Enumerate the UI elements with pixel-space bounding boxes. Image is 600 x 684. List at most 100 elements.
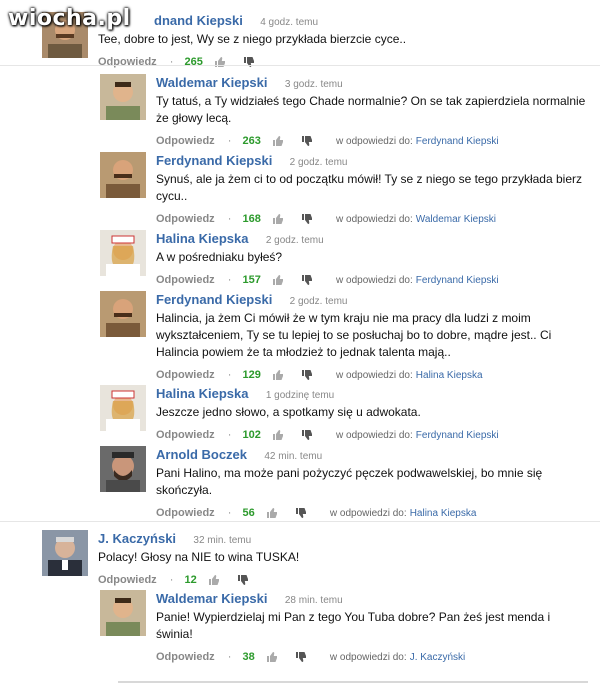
comment-item: Waldemar Kiepski 3 godz. temu Ty tatuś, …	[100, 74, 590, 147]
reply-box-edge	[118, 681, 588, 683]
timestamp: 2 godz. temu	[289, 296, 348, 307]
comment-actions: Odpowiedz · 265	[98, 52, 592, 72]
thumb-down-icon[interactable]	[237, 574, 249, 586]
timestamp: 1 godzinę temu	[265, 390, 335, 401]
comment-item: Ferdynand Kiepski 2 godz. temu Synuś, al…	[100, 152, 590, 225]
separator-dot: ·	[227, 369, 232, 381]
like-score: 38	[242, 651, 255, 663]
thumb-up-icon[interactable]	[266, 651, 278, 663]
reply-button[interactable]: Odpowiedz	[156, 274, 215, 286]
like-score: 129	[242, 369, 261, 381]
timestamp: 2 godz. temu	[289, 157, 348, 168]
comment-item: Waldemar Kiepski 28 min. temu Panie! Wyp…	[100, 590, 590, 663]
in-reply-to-label: w odpowiedzi do:	[329, 508, 407, 519]
avatar[interactable]	[100, 152, 146, 198]
reply-button[interactable]: Odpowiedz	[156, 651, 215, 663]
timestamp: 4 godz. temu	[260, 17, 319, 28]
reply-button[interactable]: Odpowiedz	[98, 574, 157, 586]
thumb-down-icon[interactable]	[295, 507, 307, 519]
thumb-down-icon[interactable]	[301, 429, 313, 441]
separator-dot: ·	[169, 574, 174, 586]
avatar[interactable]	[100, 590, 146, 636]
comment-actions: Odpowiedz · 12	[98, 570, 592, 590]
comment-actions: Odpowiedz · 38 w odpowiedzi do: J. Kaczy…	[156, 647, 590, 667]
timestamp: 28 min. temu	[284, 595, 343, 606]
reply-button[interactable]: Odpowiedz	[156, 369, 215, 381]
in-reply-to-link[interactable]: J. Kaczyński	[410, 652, 466, 663]
like-score: 157	[242, 274, 261, 286]
like-score: 265	[184, 56, 203, 68]
thumb-up-icon[interactable]	[272, 369, 284, 381]
comment-item: Halina Kiepska 1 godzinę temu Jeszcze je…	[100, 385, 590, 441]
in-reply-to-link[interactable]: Ferdynand Kiepski	[416, 430, 499, 441]
separator-dot: ·	[227, 429, 232, 441]
comment-text: Synuś, ale ja żem ci to od początku mówi…	[156, 172, 582, 203]
author-name[interactable]: Waldemar Kiepski	[156, 75, 268, 90]
in-reply-to-link[interactable]: Ferdynand Kiepski	[416, 275, 499, 286]
comment-text: Polacy! Głosy na NIE to wina TUSKA!	[98, 550, 300, 564]
comment-text: Ty tatuś, a Ty widziałeś tego Chade norm…	[156, 94, 586, 125]
comment-actions: Odpowiedz · 56 w odpowiedzi do: Halina K…	[156, 503, 590, 523]
comment-divider	[0, 65, 600, 66]
thumb-up-icon[interactable]	[208, 574, 220, 586]
separator-dot: ·	[227, 507, 232, 519]
separator-dot: ·	[169, 56, 174, 68]
like-score: 102	[242, 429, 261, 441]
avatar[interactable]	[100, 446, 146, 492]
author-name[interactable]: Ferdynand Kiepski	[156, 153, 272, 168]
reply-button[interactable]: Odpowiedz	[156, 429, 215, 441]
separator-dot: ·	[227, 213, 232, 225]
in-reply-to-label: w odpowiedzi do:	[336, 370, 413, 381]
reply-button[interactable]: Odpowiedz	[98, 56, 157, 68]
in-reply-to-link[interactable]: Halina Kiepska	[410, 508, 477, 519]
thumb-up-icon[interactable]	[214, 56, 226, 68]
thumb-up-icon[interactable]	[272, 135, 284, 147]
thumb-down-icon[interactable]	[301, 135, 313, 147]
timestamp: 3 godz. temu	[284, 79, 343, 90]
avatar[interactable]	[100, 385, 146, 431]
comment-text: Halincia, ja żem Ci mówił że w tym kraju…	[156, 311, 552, 359]
in-reply-to-link[interactable]: Halina Kiepska	[416, 370, 483, 381]
author-name[interactable]: Ferdynand Kiepski	[156, 292, 272, 307]
like-score: 168	[242, 213, 261, 225]
thumb-down-icon[interactable]	[295, 651, 307, 663]
author-name[interactable]: J. Kaczyński	[98, 531, 176, 546]
comment-actions: Odpowiedz · 168 w odpowiedzi do: Waldema…	[156, 209, 590, 229]
reply-button[interactable]: Odpowiedz	[156, 507, 215, 519]
comment-item: Ferdynand Kiepski 2 godz. temu Halincia,…	[100, 291, 590, 381]
comment-text: Panie! Wypierdzielaj mi Pan z tego You T…	[156, 610, 551, 641]
comment-actions: Odpowiedz · 102 w odpowiedzi do: Ferdyna…	[156, 425, 590, 445]
reply-button[interactable]: Odpowiedz	[156, 213, 215, 225]
comment-text: Tee, dobre to jest, Wy se z niego przykł…	[98, 32, 407, 46]
thumb-up-icon[interactable]	[272, 213, 284, 225]
in-reply-to-link[interactable]: Waldemar Kiepski	[416, 214, 496, 225]
separator-dot: ·	[227, 274, 232, 286]
thumb-up-icon[interactable]	[266, 507, 278, 519]
in-reply-to-label: w odpowiedzi do:	[336, 430, 413, 441]
comment-item: J. Kaczyński 32 min. temu Polacy! Głosy …	[42, 530, 592, 586]
author-name[interactable]: Arnold Boczek	[156, 447, 247, 462]
thumb-up-icon[interactable]	[272, 274, 284, 286]
avatar[interactable]	[100, 291, 146, 337]
author-name[interactable]: Halina Kiepska	[156, 231, 249, 246]
thumb-down-icon[interactable]	[301, 369, 313, 381]
comment-actions: Odpowiedz · 263 w odpowiedzi do: Ferdyna…	[156, 131, 590, 151]
reply-button[interactable]: Odpowiedz	[156, 135, 215, 147]
in-reply-to-label: w odpowiedzi do:	[329, 652, 407, 663]
thumb-down-icon[interactable]	[243, 56, 255, 68]
thumb-down-icon[interactable]	[301, 274, 313, 286]
comment-text: A w pośredniaku byłeś?	[156, 250, 283, 264]
avatar[interactable]	[100, 230, 146, 276]
thumb-up-icon[interactable]	[272, 429, 284, 441]
comment-text: Jeszcze jedno słowo, a spotkamy się u ad…	[156, 405, 421, 419]
in-reply-to-label: w odpowiedzi do:	[336, 275, 413, 286]
in-reply-to-label: w odpowiedzi do:	[336, 214, 413, 225]
avatar[interactable]	[42, 530, 88, 576]
author-name[interactable]: Waldemar Kiepski	[156, 591, 268, 606]
author-name[interactable]: Halina Kiepska	[156, 386, 249, 401]
avatar[interactable]	[100, 74, 146, 120]
timestamp: 32 min. temu	[193, 535, 252, 546]
thumb-down-icon[interactable]	[301, 213, 313, 225]
author-name[interactable]: dnand Kiepski	[154, 13, 243, 28]
in-reply-to-link[interactable]: Ferdynand Kiepski	[416, 136, 499, 147]
